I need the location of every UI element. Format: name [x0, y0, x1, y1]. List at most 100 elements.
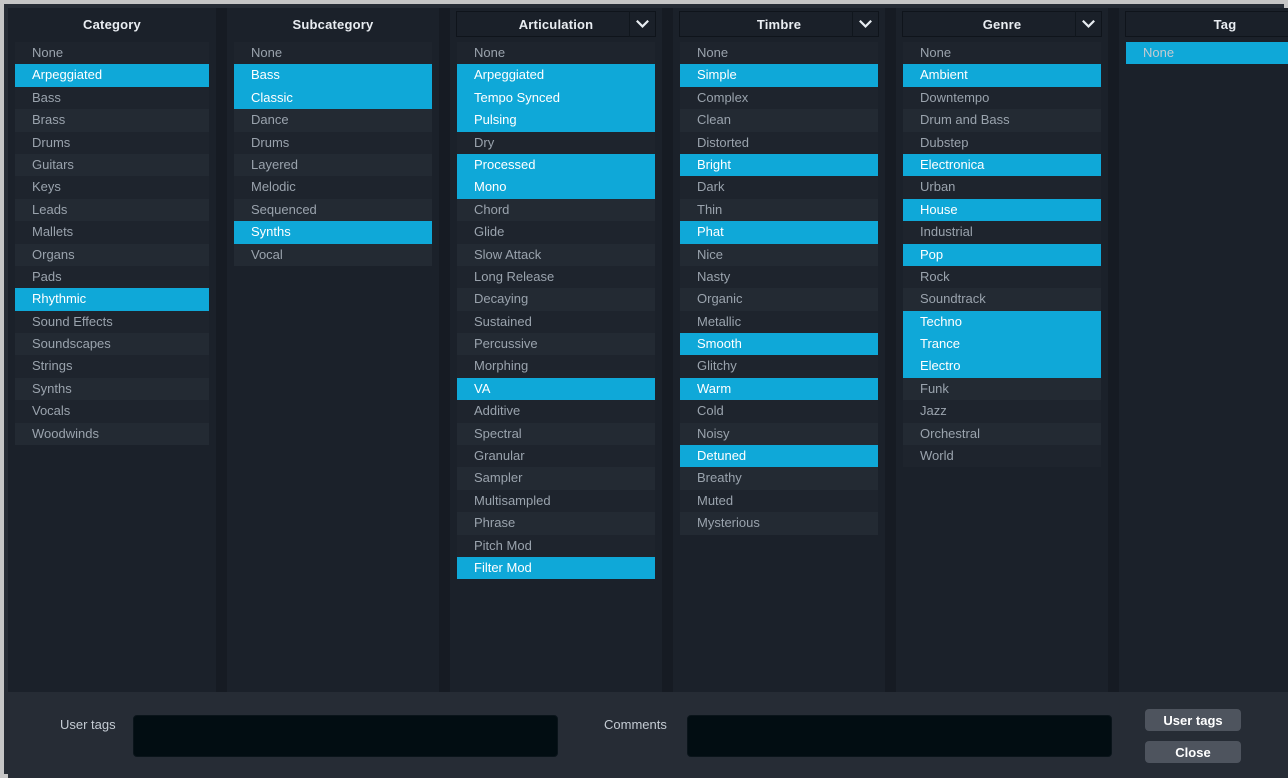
column-header-timbre[interactable]: Timbre [673, 8, 885, 40]
list-item[interactable]: Sequenced [234, 199, 432, 221]
list-item[interactable]: Vocals [15, 400, 209, 422]
list-item[interactable]: Drums [15, 132, 209, 154]
column-list-articulation[interactable]: NoneArpeggiatedTempo SyncedPulsingDryPro… [450, 40, 662, 692]
chevron-down-icon[interactable] [852, 11, 878, 37]
list-item[interactable]: Soundtrack [903, 288, 1101, 310]
list-item[interactable]: Vocal [234, 244, 432, 266]
list-item[interactable]: Electro [903, 355, 1101, 377]
list-item[interactable]: None [457, 42, 655, 64]
list-item[interactable]: Orchestral [903, 423, 1101, 445]
list-item[interactable]: Mallets [15, 221, 209, 243]
list-item[interactable]: Morphing [457, 355, 655, 377]
list-item[interactable]: Mysterious [680, 512, 878, 534]
list-item[interactable]: Filter Mod [457, 557, 655, 579]
user-tags-input[interactable] [133, 715, 558, 757]
list-item[interactable]: Dance [234, 109, 432, 131]
list-item[interactable]: Organs [15, 244, 209, 266]
column-list-timbre[interactable]: NoneSimpleComplexCleanDistortedBrightDar… [673, 40, 885, 692]
list-item[interactable]: Woodwinds [15, 423, 209, 445]
list-item[interactable]: Melodic [234, 176, 432, 198]
list-item[interactable]: House [903, 199, 1101, 221]
list-item[interactable]: Sampler [457, 467, 655, 489]
list-item[interactable]: Downtempo [903, 87, 1101, 109]
list-item[interactable]: Leads [15, 199, 209, 221]
list-item[interactable]: Trance [903, 333, 1101, 355]
user-tags-button[interactable]: User tags [1145, 709, 1241, 731]
list-item[interactable]: Arpeggiated [15, 64, 209, 86]
list-item[interactable]: Bass [234, 64, 432, 86]
list-item[interactable]: Phrase [457, 512, 655, 534]
list-item[interactable]: Processed [457, 154, 655, 176]
list-item[interactable]: Tempo Synced [457, 87, 655, 109]
list-item[interactable]: Glide [457, 221, 655, 243]
list-item[interactable]: Warm [680, 378, 878, 400]
list-item[interactable]: Thin [680, 199, 878, 221]
list-item[interactable]: Additive [457, 400, 655, 422]
list-item[interactable]: Pop [903, 244, 1101, 266]
list-item[interactable]: Soundscapes [15, 333, 209, 355]
list-item[interactable]: Dubstep [903, 132, 1101, 154]
list-item[interactable]: Classic [234, 87, 432, 109]
list-item[interactable]: Dark [680, 176, 878, 198]
list-item[interactable]: Synths [234, 221, 432, 243]
list-item[interactable]: Pitch Mod [457, 535, 655, 557]
list-item[interactable]: Synths [15, 378, 209, 400]
list-item[interactable]: Rhythmic [15, 288, 209, 310]
list-item[interactable]: Nasty [680, 266, 878, 288]
list-item[interactable]: Rock [903, 266, 1101, 288]
list-item[interactable]: Urban [903, 176, 1101, 198]
list-item[interactable]: Noisy [680, 423, 878, 445]
list-item[interactable]: Simple [680, 64, 878, 86]
list-item[interactable]: Multisampled [457, 490, 655, 512]
list-item[interactable]: Muted [680, 490, 878, 512]
list-item[interactable]: Percussive [457, 333, 655, 355]
list-item[interactable]: Drums [234, 132, 432, 154]
list-item[interactable]: Glitchy [680, 355, 878, 377]
list-item[interactable]: None [15, 42, 209, 64]
column-header-articulation[interactable]: Articulation [450, 8, 662, 40]
list-item[interactable]: Distorted [680, 132, 878, 154]
list-item[interactable]: Jazz [903, 400, 1101, 422]
list-item[interactable]: Sustained [457, 311, 655, 333]
list-item[interactable]: Drum and Bass [903, 109, 1101, 131]
list-item[interactable]: Breathy [680, 467, 878, 489]
list-item[interactable]: Bright [680, 154, 878, 176]
list-item[interactable]: Pads [15, 266, 209, 288]
list-item[interactable]: Smooth [680, 333, 878, 355]
list-item[interactable]: Pulsing [457, 109, 655, 131]
list-item[interactable]: Techno [903, 311, 1101, 333]
list-item[interactable]: Industrial [903, 221, 1101, 243]
column-list-category[interactable]: NoneArpeggiatedBassBrassDrumsGuitarsKeys… [8, 40, 216, 692]
column-list-genre[interactable]: NoneAmbientDowntempoDrum and BassDubstep… [896, 40, 1108, 692]
list-item[interactable]: None [680, 42, 878, 64]
list-item[interactable]: VA [457, 378, 655, 400]
comments-input[interactable] [687, 715, 1112, 757]
list-item[interactable]: Sound Effects [15, 311, 209, 333]
list-item[interactable]: Strings [15, 355, 209, 377]
list-item[interactable]: Funk [903, 378, 1101, 400]
column-list-tag[interactable]: None [1119, 40, 1288, 692]
list-item[interactable]: Ambient [903, 64, 1101, 86]
list-item[interactable]: Bass [15, 87, 209, 109]
list-item[interactable]: Slow Attack [457, 244, 655, 266]
list-item[interactable]: Organic [680, 288, 878, 310]
list-item[interactable]: Mono [457, 176, 655, 198]
list-item[interactable]: Detuned [680, 445, 878, 467]
column-header-tag[interactable]: Tag [1119, 8, 1288, 40]
chevron-down-icon[interactable] [1075, 11, 1101, 37]
list-item[interactable]: Dry [457, 132, 655, 154]
list-item[interactable]: Complex [680, 87, 878, 109]
list-item[interactable]: Keys [15, 176, 209, 198]
column-header-genre[interactable]: Genre [896, 8, 1108, 40]
list-item[interactable]: Metallic [680, 311, 878, 333]
list-item[interactable]: Clean [680, 109, 878, 131]
list-item[interactable]: Nice [680, 244, 878, 266]
list-item[interactable]: Decaying [457, 288, 655, 310]
column-list-subcategory[interactable]: NoneBassClassicDanceDrumsLayeredMelodicS… [227, 40, 439, 692]
list-item[interactable]: None [903, 42, 1101, 64]
close-button[interactable]: Close [1145, 741, 1241, 763]
list-item[interactable]: Cold [680, 400, 878, 422]
list-item[interactable]: World [903, 445, 1101, 467]
list-item[interactable]: Granular [457, 445, 655, 467]
list-item[interactable]: Long Release [457, 266, 655, 288]
